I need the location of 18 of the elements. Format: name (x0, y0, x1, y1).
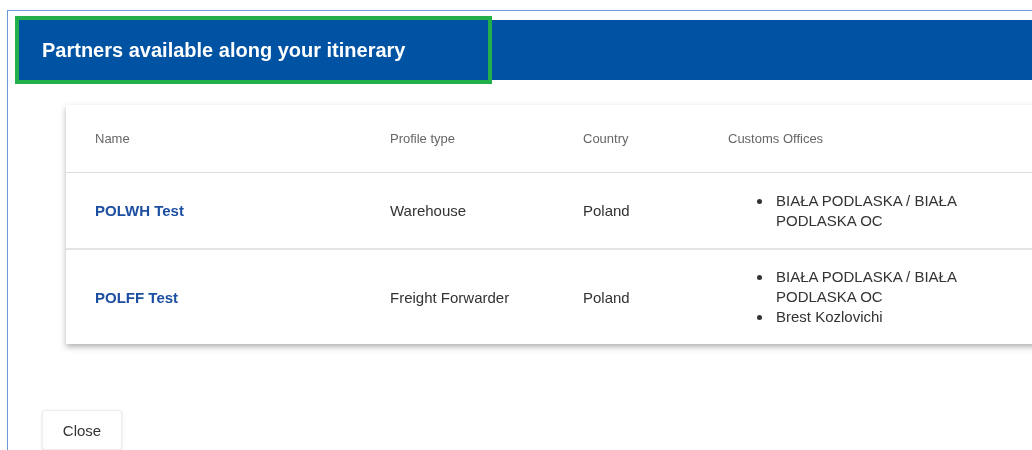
column-header: Customs Offices (728, 131, 825, 146)
column-header: Name (95, 131, 131, 146)
column-header: Country (583, 131, 630, 146)
table-cell-text: Poland (583, 202, 631, 219)
partner-name-link[interactable]: POLFF Test (95, 288, 390, 306)
dialog-title: Partners available along your itinerary (42, 38, 406, 62)
bullet-icon (757, 198, 762, 204)
customs-office-item: Brest Kozlovichi (776, 307, 884, 327)
customs-office-item: BIAŁA PODLASKA / BIAŁA PODLASKA OC (776, 190, 958, 231)
bullet-icon (757, 275, 762, 280)
close-button[interactable]: Close (42, 410, 122, 450)
partner-name-link[interactable]: POLWH Test (95, 202, 390, 219)
column-header: Profile type (390, 131, 457, 146)
table-cell-text: Freight Forwarder (390, 288, 511, 306)
table-cell-text: Warehouse (390, 202, 468, 219)
customs-office-item: BIAŁA PODLASKA / BIAŁA PODLASKA OC (776, 267, 958, 307)
bullet-icon (757, 315, 762, 320)
table-cell-text: Poland (583, 288, 631, 306)
